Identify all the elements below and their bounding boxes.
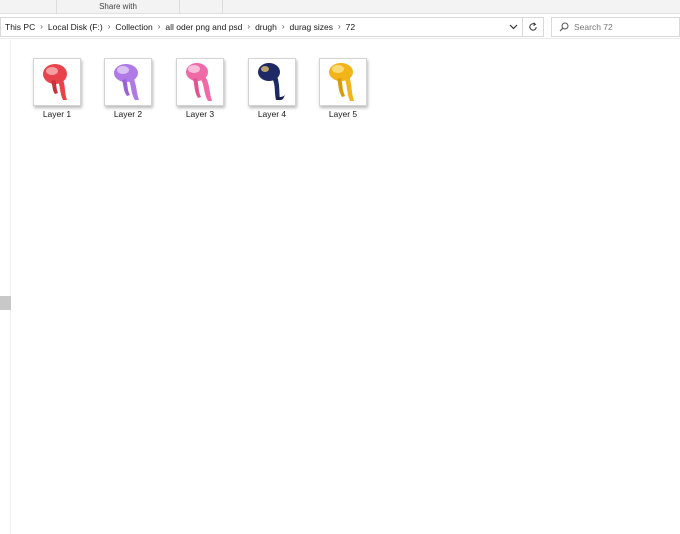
- file-item-layer-2[interactable]: Layer 2: [95, 56, 161, 124]
- file-item-layer-1[interactable]: Layer 1: [24, 56, 90, 124]
- ribbon-divider: [222, 0, 223, 14]
- file-thumbnail: [33, 58, 81, 106]
- file-thumbnail: [104, 58, 152, 106]
- navigation-pane-edge: [0, 40, 11, 534]
- ribbon-divider: [179, 0, 180, 14]
- breadcrumb-collection[interactable]: Collection: [110, 18, 157, 36]
- file-item-layer-4[interactable]: Layer 4: [239, 56, 305, 124]
- refresh-button[interactable]: [523, 17, 544, 37]
- search-icon: [559, 22, 569, 32]
- pane-resize-handle[interactable]: [0, 296, 11, 310]
- file-thumbnail: [176, 58, 224, 106]
- file-view: Layer 1 Layer 2 Layer 3 Layer 4 Layer 5: [12, 40, 680, 534]
- breadcrumb-drugh[interactable]: drugh: [250, 18, 282, 36]
- file-item-layer-3[interactable]: Layer 3: [167, 56, 233, 124]
- durag-icon: [43, 64, 67, 100]
- durag-icon: [258, 63, 285, 101]
- breadcrumb-this-pc[interactable]: This PC: [1, 18, 40, 36]
- file-name: Layer 4: [257, 109, 287, 119]
- file-thumbnail: [319, 58, 367, 106]
- breadcrumb-durag-sizes[interactable]: durag sizes: [285, 18, 338, 36]
- file-thumbnail: [248, 58, 296, 106]
- breadcrumb-local-disk[interactable]: Local Disk (F:): [43, 18, 108, 36]
- search-placeholder: Search 72: [574, 22, 613, 32]
- file-item-layer-5[interactable]: Layer 5: [310, 56, 376, 124]
- refresh-icon: [529, 22, 537, 31]
- address-bar[interactable]: This PC › Local Disk (F:) › Collection ›…: [0, 17, 523, 37]
- breadcrumb-72[interactable]: 72: [341, 18, 360, 36]
- file-name: Layer 5: [328, 109, 358, 119]
- durag-icon: [114, 64, 139, 100]
- ribbon-strip: Share with: [0, 0, 680, 14]
- durag-icon: [186, 63, 212, 101]
- file-name: Layer 2: [113, 109, 143, 119]
- file-name: Layer 1: [42, 109, 72, 119]
- search-input[interactable]: Search 72: [551, 17, 680, 37]
- breadcrumb-all-oder-png-and-psd[interactable]: all oder png and psd: [160, 18, 247, 36]
- address-row: This PC › Local Disk (F:) › Collection ›…: [0, 14, 680, 39]
- ribbon-tab-share-with[interactable]: Share with: [57, 0, 179, 14]
- file-name: Layer 3: [185, 109, 215, 119]
- durag-icon: [329, 63, 354, 101]
- chevron-down-icon[interactable]: [505, 18, 521, 36]
